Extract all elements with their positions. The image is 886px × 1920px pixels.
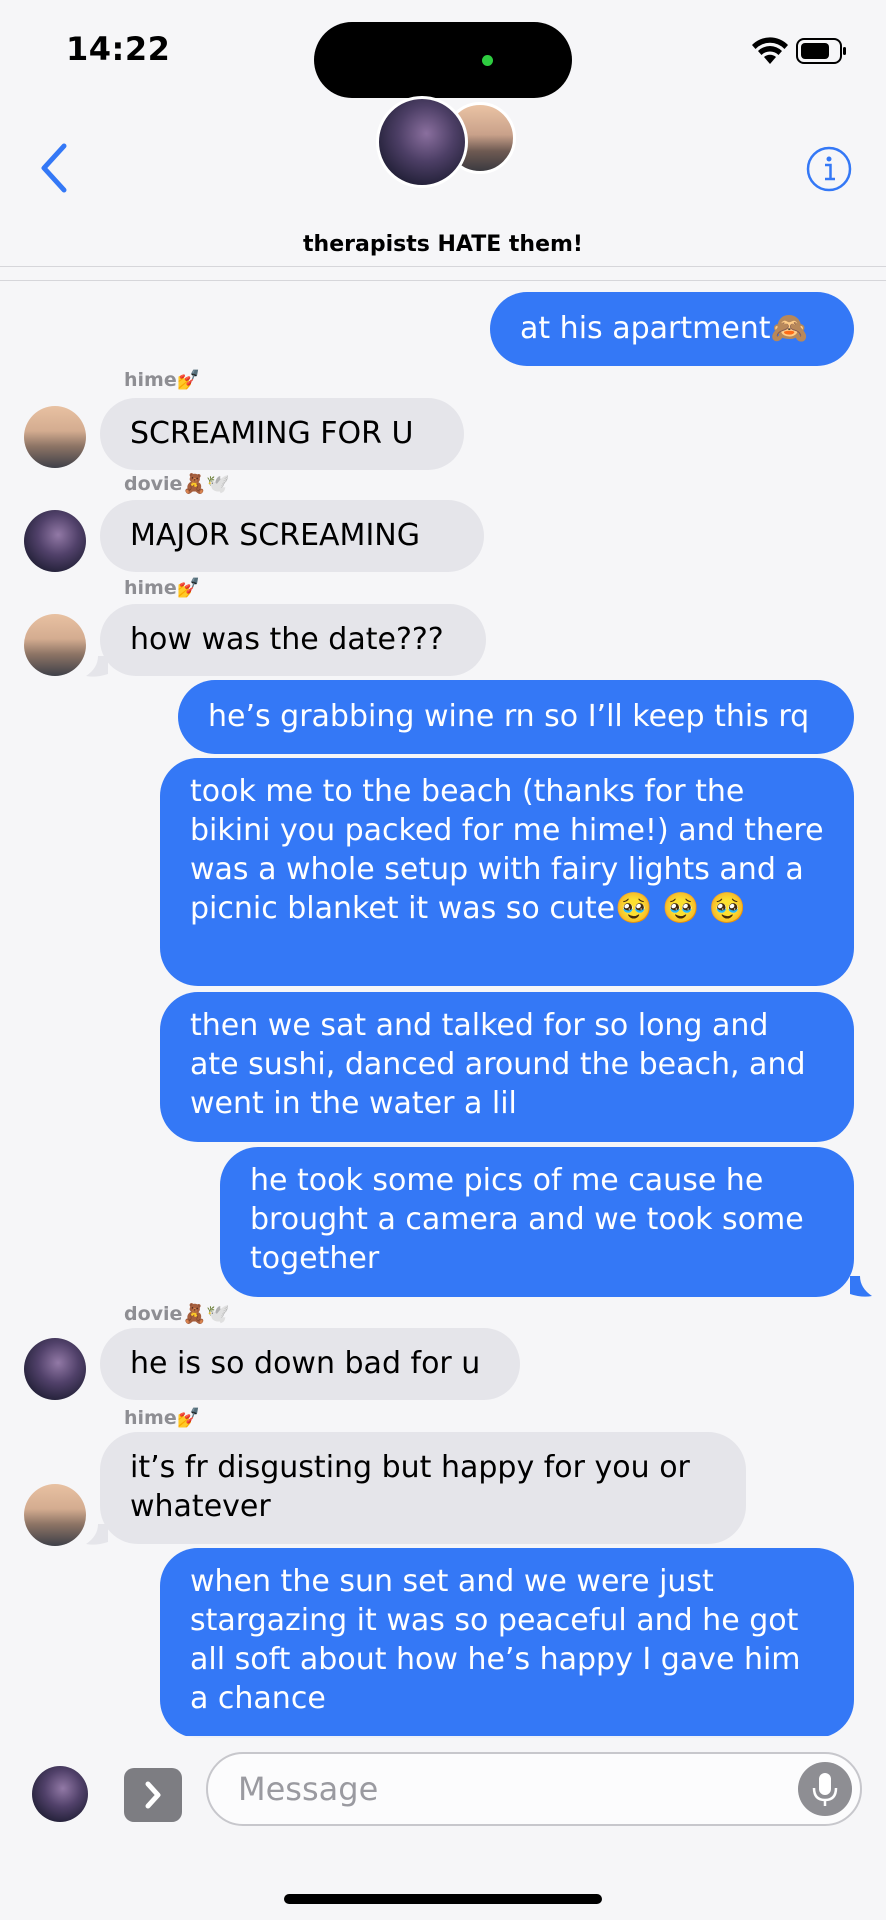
group-avatar-primary[interactable] — [376, 96, 468, 188]
outgoing-message[interactable]: he’s grabbing wine rn so I’ll keep this … — [178, 680, 854, 754]
sender-name: hime💅 — [124, 1407, 201, 1429]
dictation-button[interactable] — [798, 1762, 852, 1816]
chevron-right-icon — [145, 1781, 161, 1809]
dynamic-island — [314, 22, 572, 98]
incoming-message[interactable]: SCREAMING FOR U — [100, 398, 464, 470]
group-name[interactable]: therapists HATE them! — [0, 232, 886, 257]
apps-expand-button[interactable] — [124, 1768, 182, 1822]
bubble-tail — [86, 1524, 108, 1545]
avatar-dovie[interactable] — [24, 510, 86, 572]
incoming-message[interactable]: it’s fr disgusting but happy for you or … — [100, 1432, 746, 1544]
avatar-dovie[interactable] — [24, 1338, 86, 1400]
incoming-message[interactable]: how was the date??? — [100, 604, 486, 676]
outgoing-message[interactable]: when the sun set and we were just starga… — [160, 1548, 854, 1738]
back-chevron-icon[interactable] — [36, 142, 72, 194]
battery-icon — [796, 38, 846, 64]
outgoing-message[interactable]: at his apartment🙈 — [490, 292, 854, 366]
avatar-hime[interactable] — [24, 406, 86, 468]
status-bar: 14:22 — [0, 0, 886, 100]
sender-name: dovie🧸🕊️ — [124, 473, 230, 495]
sender-name: dovie🧸🕊️ — [124, 1303, 230, 1325]
bubble-tail — [86, 656, 108, 677]
status-time: 14:22 — [66, 30, 171, 68]
outgoing-message[interactable]: he took some pics of me cause he brought… — [220, 1147, 854, 1297]
header-divider-secondary — [0, 280, 886, 281]
header-divider — [0, 266, 886, 267]
message-input[interactable]: Message — [206, 1752, 862, 1826]
sender-name: hime💅 — [124, 577, 201, 599]
conversation-header: therapists HATE them! — [0, 96, 886, 266]
message-placeholder: Message — [238, 1770, 379, 1808]
outgoing-message[interactable]: took me to the beach (thanks for the bik… — [160, 758, 854, 986]
avatar-hime[interactable] — [24, 1484, 86, 1546]
my-avatar[interactable] — [32, 1766, 88, 1822]
info-icon[interactable] — [806, 146, 852, 192]
incoming-message[interactable]: he is so down bad for u — [100, 1328, 520, 1400]
message-composer: Message — [0, 1736, 886, 1920]
outgoing-message[interactable]: then we sat and talked for so long and a… — [160, 992, 854, 1142]
bubble-tail — [850, 1276, 872, 1297]
sender-name: hime💅 — [124, 369, 201, 391]
camera-indicator-dot — [482, 55, 493, 66]
avatar-hime[interactable] — [24, 614, 86, 676]
home-indicator[interactable] — [284, 1894, 602, 1904]
microphone-icon — [812, 1773, 838, 1806]
wifi-icon — [752, 37, 788, 64]
incoming-message[interactable]: MAJOR SCREAMING — [100, 500, 484, 572]
